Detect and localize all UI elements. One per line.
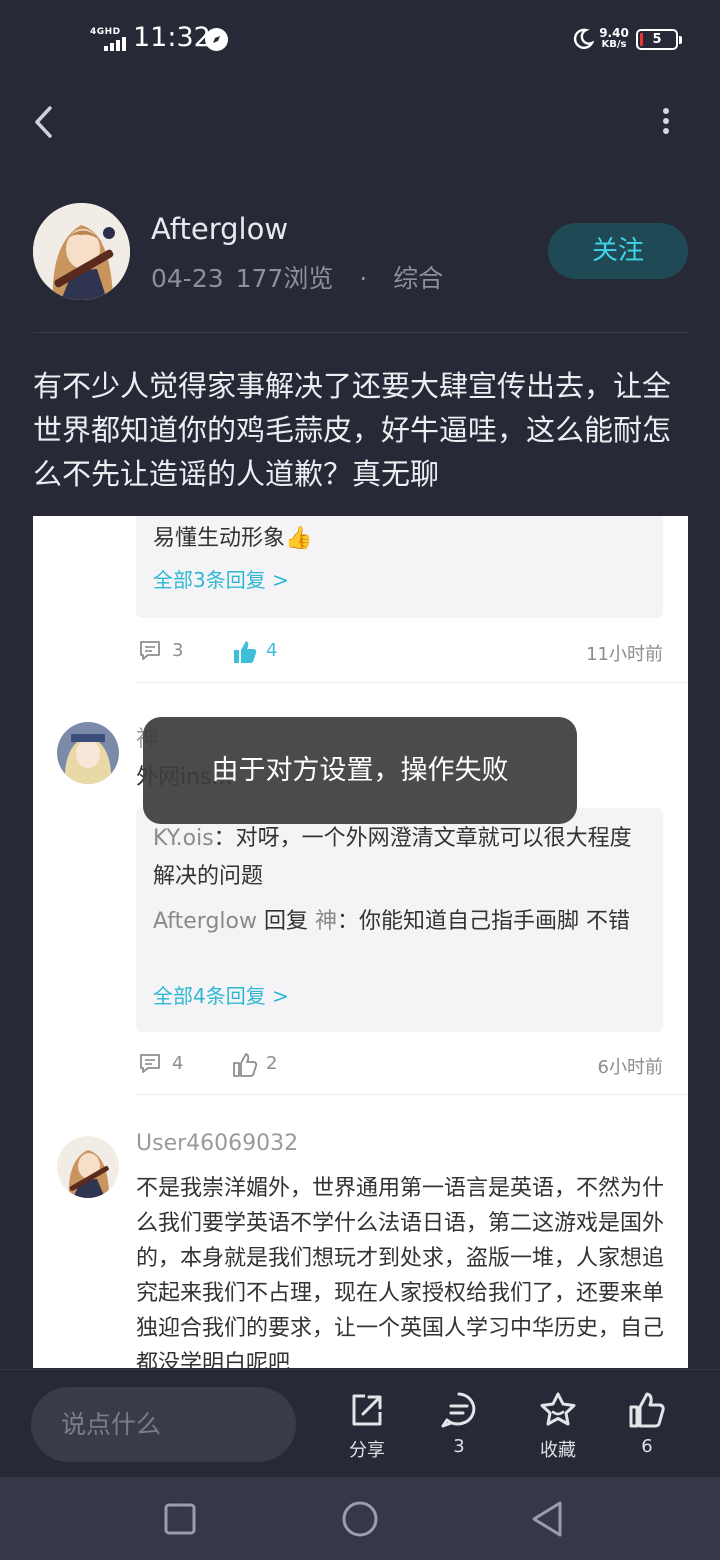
home-button[interactable] bbox=[340, 1499, 380, 1539]
like-button[interactable]: 6 bbox=[612, 1390, 682, 1457]
commenter-name: User46069032 bbox=[136, 1131, 299, 1156]
like-count: 2 bbox=[266, 1053, 278, 1074]
clock: 11:32 bbox=[133, 22, 211, 53]
comment-input[interactable]: 说点什么 bbox=[31, 1387, 296, 1462]
comment-separator bbox=[136, 682, 688, 683]
view-all-replies: 全部3条回复 > bbox=[153, 568, 289, 592]
reply-box: 易懂生动形象👍 全部3条回复 > bbox=[136, 516, 663, 618]
post-category[interactable]: 综合 bbox=[393, 264, 443, 293]
moon-icon bbox=[573, 28, 594, 49]
speed-unit: KB/s bbox=[601, 39, 627, 50]
divider bbox=[33, 332, 688, 333]
reply-sep: ： bbox=[213, 826, 236, 851]
speed-value: 9.40 bbox=[599, 26, 629, 40]
comment-time: 6小时前 bbox=[597, 1057, 663, 1078]
more-vertical-icon bbox=[652, 108, 680, 134]
reply-box: KY.ois：对呀，一个外网澄清文章就可以很大程度解决的问题 Afterglow… bbox=[136, 808, 663, 1032]
reply-mid: 回复 bbox=[256, 909, 315, 934]
compass-icon bbox=[205, 28, 228, 51]
reply-author: Afterglow bbox=[153, 909, 257, 934]
comment-actions: 4 2 6小时前 bbox=[136, 1050, 663, 1080]
reply-author: KY.ois bbox=[153, 826, 214, 851]
comment-actions: 3 4 11小时前 bbox=[136, 637, 663, 667]
reply-text: 易懂生动形象👍 bbox=[153, 526, 313, 551]
system-navigation-bar bbox=[0, 1477, 720, 1560]
chevron-left-icon bbox=[35, 106, 52, 138]
post-date: 04-23 bbox=[151, 264, 224, 293]
share-icon bbox=[352, 1394, 382, 1426]
reply-text: 你能知道自己指手画脚 不错 bbox=[359, 909, 631, 934]
comment-bubble-icon bbox=[441, 1392, 476, 1428]
commenter-avatar bbox=[57, 722, 119, 784]
back-button[interactable] bbox=[28, 102, 60, 142]
recent-apps-button[interactable] bbox=[160, 1499, 200, 1539]
comment-separator bbox=[136, 1094, 688, 1095]
signal-icon bbox=[104, 37, 126, 51]
reply-sep: ： bbox=[337, 909, 360, 934]
more-options-button[interactable] bbox=[652, 104, 680, 140]
comment-count: 4 bbox=[172, 1053, 184, 1074]
favorite-label: 收藏 bbox=[540, 1440, 576, 1461]
reply-1: KY.ois：对呀，一个外网澄清文章就可以很大程度解决的问题 bbox=[153, 820, 647, 896]
comment-text: 不是我崇洋媚外，世界通用第一语言是英语，不然为什么我们要学英语不学什么法语日语，… bbox=[136, 1176, 665, 1368]
post-meta: 04-23 177浏览 · 综合 bbox=[151, 259, 447, 295]
comment-icon bbox=[140, 641, 160, 660]
bottom-action-bar: 说点什么 分享 3 收藏 6 bbox=[0, 1369, 720, 1477]
thumbs-up-icon bbox=[233, 1053, 258, 1077]
battery-icon: 5 bbox=[636, 29, 682, 50]
thumbs-up-icon bbox=[234, 641, 257, 663]
share-label: 分享 bbox=[349, 1440, 385, 1461]
post-image[interactable]: 易懂生动形象👍 全部3条回复 > 3 4 11小时前 神 外网ins... KY… bbox=[33, 516, 688, 1368]
status-bar: 4GHD 11:32 9.40 KB/s 5 bbox=[0, 0, 720, 80]
author-name[interactable]: Afterglow bbox=[151, 212, 288, 246]
view-all-replies: 全部4条回复 > bbox=[153, 984, 289, 1008]
thumbs-up-icon bbox=[629, 1392, 665, 1428]
follow-button[interactable]: 关注 bbox=[548, 223, 688, 279]
back-nav-button[interactable] bbox=[528, 1499, 568, 1539]
view-count: 177浏览 bbox=[235, 264, 334, 293]
comment-count: 3 bbox=[172, 640, 184, 661]
star-icon bbox=[540, 1392, 576, 1426]
avatar-image bbox=[33, 203, 130, 300]
favorite-button[interactable]: 收藏 bbox=[523, 1390, 593, 1462]
comments-button[interactable]: 3 bbox=[424, 1390, 494, 1457]
reply-2: Afterglow 回复 神：你能知道自己指手画脚 不错 bbox=[153, 903, 647, 941]
comment-count: 3 bbox=[453, 1436, 465, 1457]
reply-target: 神 bbox=[314, 909, 337, 934]
network-indicator: 4GHD bbox=[90, 27, 128, 53]
meta-separator: · bbox=[359, 264, 368, 293]
like-count: 4 bbox=[266, 640, 278, 661]
network-speed: 9.40 KB/s bbox=[597, 27, 631, 51]
author-avatar[interactable] bbox=[33, 203, 130, 300]
comment-time: 11小时前 bbox=[586, 644, 663, 665]
battery-level: 5 bbox=[652, 32, 662, 47]
comment-icon bbox=[140, 1054, 160, 1073]
post-body: 有不少人觉得家事解决了还要大肆宣传出去，让全世界都知道你的鸡毛蒜皮，好牛逼哇，这… bbox=[33, 369, 672, 491]
commenter-avatar bbox=[57, 1136, 119, 1198]
toast-message: 由于对方设置，操作失败 bbox=[143, 717, 577, 824]
network-type: 4GHD bbox=[90, 27, 121, 37]
like-count: 6 bbox=[641, 1436, 653, 1457]
share-button[interactable]: 分享 bbox=[332, 1390, 402, 1462]
